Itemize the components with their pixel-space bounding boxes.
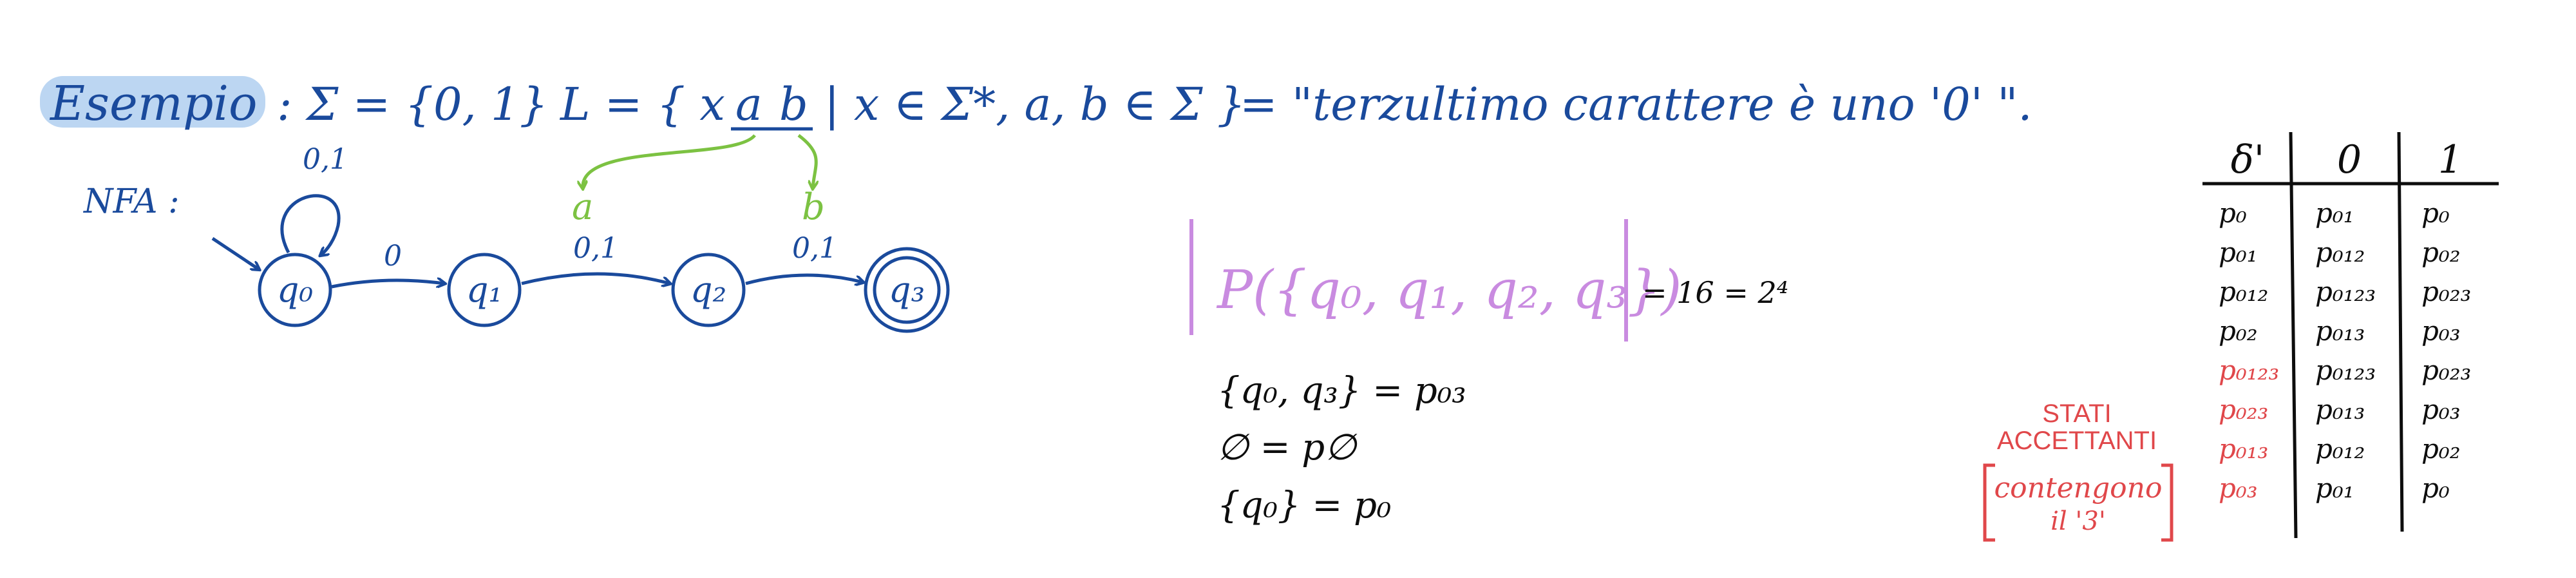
state-naming-notes: {q₀, q₃} = p₀₃ ∅ = p∅ {q₀} = p₀	[1217, 370, 1466, 526]
annotation-b: b	[802, 186, 825, 228]
table-cell-on0: p₀₁	[2315, 472, 2354, 504]
accepting-body-1: contengono	[1994, 472, 2162, 505]
table-cell-state: p₀₁	[2219, 236, 2258, 268]
table-cell-state: p₀₁₂₃	[2219, 354, 2279, 386]
table-cell-on0: p₀₁₃	[2315, 315, 2365, 347]
symbol-annotations: a b	[572, 134, 825, 228]
state-q3-label: q₃	[889, 269, 925, 310]
accepting-title-2: ACCETTANTI	[1997, 427, 2157, 455]
state-q2: q₂	[671, 253, 746, 327]
state-q2-label: q₂	[690, 269, 726, 310]
state-q1-label: q₁	[466, 269, 502, 310]
arrow-to-a	[583, 134, 756, 188]
label-q0-q1: 0	[384, 240, 402, 273]
table-divider-2	[2397, 131, 2404, 532]
table-row: p₀ p₀₁ p₀	[2219, 197, 2450, 229]
nfa-label: NFA :	[82, 182, 180, 221]
table-row: p₀₁₂ p₀₁₂₃ p₀₂₃	[2219, 276, 2471, 307]
dfa-transition-table: δ' 0 1 p₀ p₀₁ p₀p₀₁ p₀₁₂ p₀₂p₀₁₂ p₀₁₂₃ p₀₂₃p₀₂…	[2202, 131, 2499, 539]
language-symbol-a: a	[735, 78, 762, 131]
label-q2-q3: 0,1	[792, 232, 837, 265]
language-prefix: L = { x	[559, 78, 725, 131]
language-description: = "terzultimo carattere è uno '0' ".	[1240, 78, 2032, 131]
table-row: p₀₂ p₀₁₃ p₀₃	[2219, 315, 2461, 347]
table-rows: p₀ p₀₁ p₀ p₀₁ p₀₁₂ p₀₂ p₀₁₂ p₀₁₂₃ p₀₂₃ p₀₂ p₀₁₃ p₀₃…	[2219, 197, 2471, 504]
table-cell-state: p₀	[2219, 197, 2247, 229]
language-suffix: | x ∈ Σ*, a, b ∈ Σ }	[824, 78, 1245, 131]
state-q0-label: q₀	[277, 269, 313, 310]
table-cell-on0: p₀₁₂₃	[2315, 276, 2376, 307]
table-row: p₀₁₂₃ p₀₁₂₃ p₀₂₃	[2219, 354, 2471, 386]
table-cell-on1: p₀₂₃	[2421, 354, 2471, 386]
table-header-1: 1	[2438, 137, 2463, 182]
nfa-diagram: NFA : 0,1 q₀ q₁ q₂ q₃ 0 0,1 0,1	[82, 143, 950, 333]
table-header-delta: δ'	[2231, 137, 2265, 182]
table-cell-state: p₀₂	[2219, 315, 2258, 347]
table-cell-on0: p₀₁₃	[2315, 394, 2365, 425]
transition-q2-q3	[745, 273, 863, 284]
table-cell-state: p₀₁₂	[2219, 276, 2268, 307]
whiteboard-canvas: Esempio : Σ = {0, 1} L = { x a b | x ∈ Σ…	[40, 76, 2499, 542]
table-cell-on0: p₀₁₂	[2315, 433, 2365, 465]
accepting-body-2: il '3'	[2050, 506, 2106, 536]
alphabet-definition: : Σ = {0, 1}	[277, 78, 548, 131]
table-cell-state: p₀₃	[2219, 472, 2258, 504]
state-q0: q₀	[258, 253, 332, 327]
accepting-states-note: STATI ACCETTANTI contengono il '3'	[1983, 400, 2174, 542]
table-cell-on1: p₀	[2421, 197, 2450, 229]
table-cell-on0: p₀₁₂	[2315, 236, 2365, 268]
label-q1-q2: 0,1	[573, 232, 618, 265]
note-q0: {q₀} = p₀	[1217, 485, 1391, 526]
arrow-to-b	[797, 134, 816, 188]
transition-q1-q2	[521, 272, 670, 284]
bracket-right	[2161, 463, 2174, 542]
powerset-cardinality: P({q₀, q₁, q₂, q₃}) = 16 = 2⁴	[1189, 219, 1788, 342]
header: Esempio : Σ = {0, 1} L = { x a b | x ∈ Σ…	[40, 76, 2032, 131]
note-q0-q3: {q₀, q₃} = p₀₃	[1217, 370, 1466, 412]
label-loop-q0: 0,1	[303, 143, 348, 176]
table-cell-state: p₀₁₃	[2219, 433, 2268, 465]
state-q1: q₁	[447, 253, 522, 327]
start-arrow	[211, 236, 259, 269]
language-symbol-b: b	[779, 78, 808, 131]
state-q3: q₃	[864, 247, 950, 333]
table-cell-on1: p₀₂	[2421, 433, 2461, 465]
table-cell-on0: p₀₁₂₃	[2315, 354, 2376, 386]
table-row: p₀₂₃ p₀₁₃ p₀₃	[2219, 394, 2461, 425]
self-loop-q0	[280, 194, 341, 255]
table-divider-1	[2289, 131, 2298, 539]
table-cell-state: p₀₂₃	[2219, 394, 2268, 425]
table-row: p₀₃ p₀₁ p₀	[2219, 472, 2450, 504]
table-cell-on1: p₀₂₃	[2421, 276, 2471, 307]
table-cell-on1: p₀	[2421, 472, 2450, 504]
table-cell-on1: p₀₃	[2421, 315, 2461, 347]
powerset-result: = 16 = 2⁴	[1642, 275, 1788, 310]
table-row: p₀₁₃ p₀₁₂ p₀₂	[2219, 433, 2461, 465]
annotation-a: a	[572, 186, 593, 228]
transition-q0-q1	[331, 280, 444, 287]
table-row: p₀₁ p₀₁₂ p₀₂	[2219, 236, 2461, 268]
note-empty: ∅ = p∅	[1217, 427, 1358, 468]
table-cell-on1: p₀₂	[2421, 236, 2461, 268]
example-title: Esempio	[49, 76, 258, 131]
table-cell-on1: p₀₃	[2421, 394, 2461, 425]
table-cell-on0: p₀₁	[2315, 197, 2354, 229]
table-header-0: 0	[2337, 137, 2362, 182]
powerset-expression: P({q₀, q₁, q₂, q₃})	[1216, 260, 1681, 321]
accepting-title-1: STATI	[2042, 400, 2111, 428]
